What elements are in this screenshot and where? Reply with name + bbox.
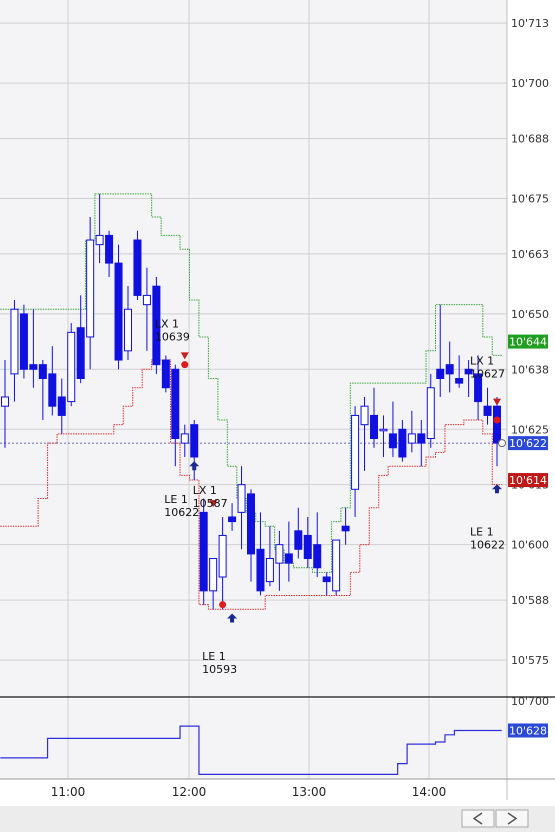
candle-down: [493, 405, 501, 444]
trade-price: 10639: [155, 331, 190, 344]
scroll-right-button[interactable]: [495, 809, 529, 828]
x-tick-label: 12:00: [172, 785, 207, 799]
main-plot-area: [0, 0, 507, 697]
candle-down: [114, 262, 123, 361]
y-tick-label: 10'588: [511, 594, 549, 607]
candle-down: [105, 234, 114, 264]
candle-down: [76, 327, 85, 380]
candle-up: [360, 405, 369, 426]
y-tick-label: 10'650: [511, 308, 549, 321]
candle-up: [142, 294, 151, 306]
price-badge-label: 10'644: [509, 336, 547, 349]
candle-down: [398, 428, 407, 458]
current-price-marker-icon: [498, 439, 506, 448]
trade-label: LE 1: [202, 650, 226, 663]
y-tick-label: 10'675: [511, 192, 549, 205]
candle-up: [237, 484, 246, 513]
candle-up: [67, 331, 76, 403]
candle-up: [351, 414, 360, 490]
candle-up: [218, 534, 227, 578]
scroll-left-button[interactable]: [461, 809, 495, 828]
signal-dot: [219, 601, 227, 609]
trade-price: 10622: [470, 538, 505, 551]
candle-up: [1, 396, 9, 407]
candle-down: [294, 530, 303, 550]
candle-up: [86, 239, 95, 338]
candle-down: [228, 516, 237, 523]
y-tick-label: 10'625: [511, 423, 549, 436]
y-tick-label: 10'663: [511, 248, 549, 261]
candle-down: [303, 534, 312, 560]
candle-up: [10, 308, 19, 375]
price-badge-label: 10'622: [509, 437, 547, 450]
trade-label: LX 1: [193, 484, 217, 497]
candle-up: [95, 234, 104, 246]
x-tick-label: 14:00: [412, 785, 447, 799]
trade-price: 10593: [202, 663, 237, 676]
trade-label: LE 1: [164, 493, 188, 506]
candle-down: [483, 405, 492, 416]
candle-up: [426, 387, 435, 440]
candle-down: [247, 493, 255, 555]
candle-down: [190, 424, 199, 458]
trade-label: LE 1: [470, 525, 494, 538]
candle-down: [133, 239, 142, 296]
candle-down: [161, 359, 170, 389]
x-tick-label: 11:00: [51, 785, 86, 799]
candle-up: [332, 539, 341, 592]
candle-down: [48, 373, 57, 407]
candle-up: [124, 308, 132, 352]
candle-down: [388, 433, 397, 449]
candle-up: [379, 428, 388, 432]
trade-price: 10627: [470, 368, 505, 381]
y-tick-label: 10'713: [511, 17, 549, 30]
candle-up: [265, 558, 274, 583]
y-tick-label: 10'638: [511, 363, 549, 376]
candle-up: [209, 558, 218, 592]
candle-up: [180, 433, 189, 444]
candle-down: [29, 364, 38, 370]
candle-down: [38, 364, 47, 380]
candle-down: [455, 378, 464, 384]
candle-down: [171, 368, 180, 440]
candle-down: [256, 548, 265, 592]
signal-dot: [493, 416, 501, 424]
candle-down: [57, 396, 66, 416]
candle-down: [284, 553, 293, 564]
chart-canvas: 10'713 10'700 10'688 10'675 10'663 10'650 10'6…: [0, 0, 555, 832]
candle-down: [199, 511, 208, 592]
y-tick-label: 10'600: [511, 539, 549, 552]
candle-down: [370, 414, 378, 440]
candle-up: [275, 544, 284, 564]
y-tick-label: 10'688: [511, 132, 549, 145]
candle-up: [407, 433, 416, 444]
candle-down: [19, 313, 28, 370]
indicator-badge-label: 10'628: [509, 724, 547, 737]
signal-dot: [181, 361, 189, 369]
candle-down: [436, 368, 445, 380]
price-badge-label: 10'614: [509, 474, 547, 487]
indicator-top-label: 10'700: [511, 695, 549, 708]
trade-label: LX 1: [470, 355, 494, 368]
y-tick-label: 10'575: [511, 654, 549, 667]
x-tick-label: 13:00: [292, 785, 327, 799]
candle-down: [417, 433, 426, 444]
candle-down: [313, 544, 322, 569]
candle-down: [322, 576, 331, 583]
trade-price: 10622: [164, 506, 199, 519]
y-tick-label: 10'700: [511, 77, 549, 90]
trade-label: LX 1: [155, 318, 179, 331]
candle-down: [445, 364, 454, 375]
candle-down: [341, 525, 350, 532]
